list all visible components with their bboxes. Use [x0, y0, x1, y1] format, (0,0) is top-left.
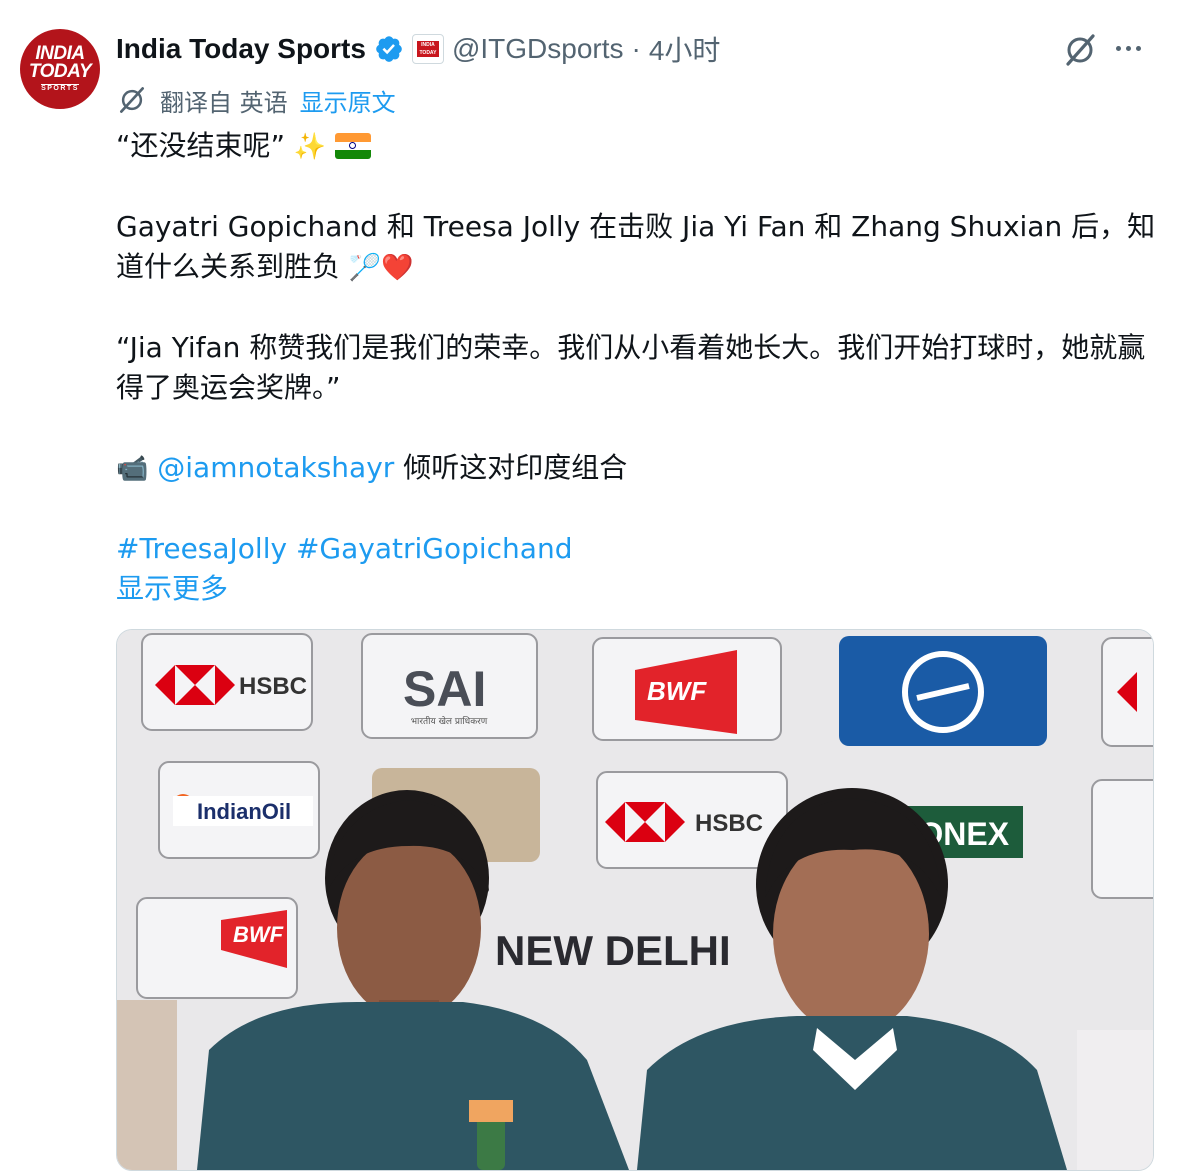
grok-icon[interactable]: [1062, 32, 1098, 68]
badminton-heart-emoji: 🏸❤️: [348, 253, 414, 283]
sponsor-board-hsbc-2: HSBC: [596, 771, 788, 869]
translate-icon: [120, 87, 144, 113]
tweet-timestamp[interactable]: 4小时: [649, 29, 721, 69]
sponsor-board-sai: SAI भारतीय खेल प्राधिकरण: [361, 633, 538, 739]
svg-text:HSBC: HSBC: [239, 673, 307, 700]
author-avatar[interactable]: INDIA TODAY SPORTS: [20, 29, 100, 109]
more-options-icon[interactable]: [1116, 46, 1141, 51]
tweet-card[interactable]: INDIA TODAY SPORTS India Today Sports IN…: [0, 0, 1200, 1171]
sponsor-board-bwf-1: BWF: [592, 637, 782, 741]
affiliation-badge-icon[interactable]: INDIA TODAY: [411, 34, 444, 64]
svg-text:BWF: BWF: [233, 922, 284, 947]
video-frame: HSBC SAI भारतीय खेल प्राधिकरण BWF Indian…: [117, 630, 1153, 1170]
translated-from-label: 翻译自 英语: [160, 88, 288, 117]
sponsor-board-edge-1: [1101, 637, 1153, 747]
tweet-line-quote: “还没结束呢” ✨: [116, 126, 1156, 167]
meta-separator: ·: [631, 33, 641, 64]
tweet-paragraph-credit: 📹 @iamnotakshayr 倾听这对印度组合: [116, 451, 628, 484]
svg-text:IndianOil: IndianOil: [197, 799, 291, 824]
translation-bar: 翻译自 英语 显示原文: [116, 82, 396, 118]
new-delhi-text: NEW DELHI: [495, 927, 731, 974]
video-media[interactable]: HSBC SAI भारतीय खेल प्राधिकरण BWF Indian…: [116, 629, 1154, 1171]
hashtag-links[interactable]: #TreesaJolly #GayatriGopichand: [116, 529, 1156, 569]
author-handle[interactable]: @ITGDsports: [452, 33, 624, 65]
mention-link[interactable]: @iamnotakshayr: [157, 451, 394, 484]
video-camera-emoji: 📹: [116, 454, 149, 484]
tweet-header: India Today Sports INDIA TODAY @ITGDsport…: [116, 28, 720, 70]
tweet-text: “还没结束呢” ✨ Gayatri Gopichand 和 Treesa Jol…: [116, 126, 1156, 609]
svg-text:SAI: SAI: [403, 661, 486, 717]
sponsor-board-bwf-2: BWF: [136, 897, 298, 999]
sponsor-board-indianoil: IndianOil: [158, 761, 320, 859]
svg-text:भारतीय खेल प्राधिकरण: भारतीय खेल प्राधिकरण: [411, 715, 488, 727]
show-original-link[interactable]: 显示原文: [300, 83, 396, 118]
verified-badge-icon[interactable]: [374, 34, 404, 64]
author-display-name[interactable]: India Today Sports: [116, 33, 366, 65]
tweet-paragraph-quote: “Jia Yifan 称赞我们是我们的荣幸。我们从小看着她长大。我们开始打球时，…: [116, 331, 1146, 404]
sparkles-emoji: ✨: [293, 132, 327, 162]
india-flag-icon: [335, 133, 372, 159]
show-more-link[interactable]: 显示更多: [116, 569, 1156, 609]
sponsor-board-edge-2: [1091, 779, 1153, 899]
sponsor-board-hsbc-1: HSBC: [141, 633, 313, 731]
tweet-paragraph-result: Gayatri Gopichand 和 Treesa Jolly 在击败 Jia…: [116, 210, 1156, 283]
svg-text:BWF: BWF: [647, 676, 707, 706]
svg-text:HSBC: HSBC: [695, 810, 763, 837]
sponsor-board-lt: [839, 636, 1047, 746]
